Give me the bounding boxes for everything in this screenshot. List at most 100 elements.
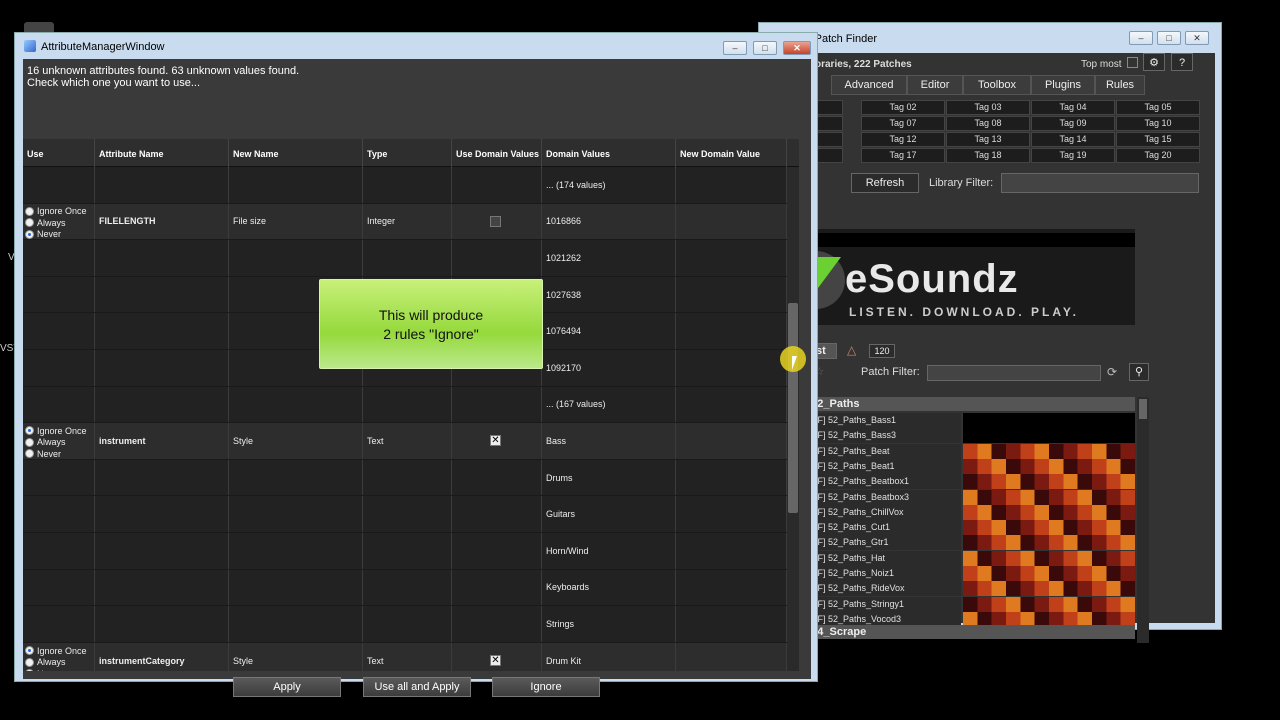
use-domain-checkbox[interactable]: ✕ <box>490 435 501 447</box>
new-domain-value-cell[interactable] <box>676 203 787 240</box>
new-domain-value-cell[interactable] <box>676 276 787 313</box>
table-row[interactable]: 1021262 <box>23 240 799 277</box>
new-domain-value-cell[interactable] <box>676 642 787 671</box>
list-scrollbar[interactable] <box>1137 397 1149 643</box>
tab-advanced[interactable]: Advanced <box>831 75 907 95</box>
table-row[interactable]: ... (167 values) <box>23 386 799 424</box>
new-name-cell[interactable]: Style <box>229 642 363 671</box>
col-new-domain-value[interactable]: New Domain Value <box>676 139 787 167</box>
tag-button[interactable]: Tag 09 <box>1031 116 1115 131</box>
radio-button[interactable] <box>25 657 34 667</box>
new-domain-value-cell[interactable] <box>676 496 787 532</box>
radio-button[interactable] <box>25 646 34 656</box>
tag-button[interactable]: Tag 12 <box>861 132 945 147</box>
radio-button[interactable] <box>25 218 34 228</box>
minimize-button[interactable]: – <box>723 41 747 55</box>
new-domain-value-cell[interactable] <box>676 167 787 203</box>
col-attribute-name[interactable]: Attribute Name <box>95 139 229 167</box>
table-row[interactable]: Strings <box>23 606 799 643</box>
col-use[interactable]: Use <box>23 139 95 167</box>
new-domain-value-cell[interactable] <box>676 240 787 276</box>
radio-button[interactable] <box>25 206 34 216</box>
patch-filter-input[interactable] <box>927 365 1101 381</box>
minimize-button[interactable]: – <box>1129 31 1153 45</box>
refresh-button[interactable]: Refresh <box>851 173 919 193</box>
maximize-button[interactable]: □ <box>753 41 777 55</box>
tag-button[interactable]: Tag 08 <box>946 116 1030 131</box>
use-radio-option[interactable]: Never <box>25 668 87 671</box>
tag-button[interactable]: Tag 17 <box>861 148 945 163</box>
table-row[interactable]: Ignore Once Always Never FILELENGTH File siz… <box>23 203 799 241</box>
table-row[interactable]: Ignore Once Always Never instrument Style Tex… <box>23 423 799 460</box>
table-row[interactable]: Guitars <box>23 496 799 533</box>
new-domain-value-cell[interactable] <box>676 569 787 606</box>
table-row[interactable]: Horn/Wind <box>23 533 799 570</box>
group-header[interactable]: Loops | 52_Paths <box>765 397 1135 411</box>
use-radio-option[interactable]: Never <box>25 448 87 460</box>
table-row[interactable]: Ignore OnceAlwaysNever instrumentCategory… <box>23 642 799 671</box>
use-radio-option[interactable]: Never <box>25 229 87 241</box>
radio-button[interactable] <box>25 669 34 671</box>
search-button[interactable]: ⚲ <box>1129 363 1149 381</box>
new-name-cell[interactable]: File size <box>229 203 363 240</box>
table-row[interactable]: ... (174 values) <box>23 167 799 204</box>
scroll-thumb[interactable] <box>1139 399 1147 419</box>
tag-button[interactable]: Tag 03 <box>946 100 1030 115</box>
use-radio-option[interactable]: Ignore Once <box>25 645 87 657</box>
tag-button[interactable]: Tag 20 <box>1116 148 1200 163</box>
new-domain-value-cell[interactable] <box>676 533 787 569</box>
radio-button[interactable] <box>25 437 34 447</box>
col-domain-values[interactable]: Domain Values <box>542 139 676 167</box>
top-most-checkbox[interactable] <box>1127 57 1138 68</box>
tag-button[interactable]: Tag 02 <box>861 100 945 115</box>
col-new-name[interactable]: New Name <box>229 139 363 167</box>
tab-plugins[interactable]: Plugins <box>1031 75 1095 95</box>
group-header[interactable]: Loops | 74_Scrape <box>765 625 1135 639</box>
tab-rules[interactable]: Rules <box>1095 75 1145 95</box>
col-type[interactable]: Type <box>363 139 452 167</box>
maximize-button[interactable]: □ <box>1157 31 1181 45</box>
use-all-and-apply-button[interactable]: Use all and Apply <box>363 677 471 697</box>
new-domain-value-cell[interactable] <box>676 386 787 423</box>
tag-button[interactable]: Tag 05 <box>1116 100 1200 115</box>
ignore-button[interactable]: Ignore <box>492 677 600 697</box>
new-name-cell[interactable]: Style <box>229 423 363 459</box>
scroll-thumb[interactable] <box>788 303 798 513</box>
new-domain-value-cell[interactable] <box>676 459 787 496</box>
table-row[interactable]: Drums <box>23 459 799 497</box>
tag-button[interactable]: Tag 04 <box>1031 100 1115 115</box>
radio-button[interactable] <box>25 426 34 436</box>
radio-button[interactable] <box>25 449 34 459</box>
use-radio-option[interactable]: Ignore Once <box>25 206 87 218</box>
use-domain-checkbox[interactable] <box>490 215 501 227</box>
close-button[interactable]: ✕ <box>1185 31 1209 45</box>
tag-button[interactable]: Tag 19 <box>1031 148 1115 163</box>
settings-button[interactable]: ⚙ <box>1143 53 1165 71</box>
radio-button[interactable] <box>25 229 34 239</box>
use-radio-option[interactable]: Always <box>25 437 87 449</box>
tag-button[interactable]: Tag 10 <box>1116 116 1200 131</box>
col-use-domain-values[interactable]: Use Domain Values <box>452 139 542 167</box>
help-button[interactable]: ? <box>1171 53 1193 71</box>
new-domain-value-cell[interactable] <box>676 313 787 349</box>
tag-button[interactable]: Tag 07 <box>861 116 945 131</box>
new-domain-value-cell[interactable] <box>676 606 787 642</box>
library-filter-input[interactable] <box>1001 173 1199 193</box>
metronome-icon[interactable]: △ <box>847 343 856 357</box>
tag-button[interactable]: Tag 15 <box>1116 132 1200 147</box>
use-domain-checkbox[interactable]: ✕ <box>490 655 501 667</box>
tag-button[interactable]: Tag 13 <box>946 132 1030 147</box>
sync-icon[interactable]: ⟳ <box>1107 365 1117 379</box>
new-domain-value-cell[interactable] <box>676 350 787 386</box>
esoundz-banner[interactable]: dz.com eSoundz LISTEN. DOWNLOAD. PLAY. <box>765 229 1135 325</box>
apply-button[interactable]: Apply <box>233 677 341 697</box>
close-button[interactable]: ✕ <box>783 41 811 55</box>
tab-editor[interactable]: Editor <box>907 75 963 95</box>
use-radio-option[interactable]: Always <box>25 217 87 229</box>
use-radio-option[interactable]: Ignore Once <box>25 425 87 437</box>
tab-toolbox[interactable]: Toolbox <box>963 75 1031 95</box>
grid-scrollbar[interactable] <box>787 167 799 671</box>
table-row[interactable]: Keyboards <box>23 569 799 607</box>
new-domain-value-cell[interactable] <box>676 423 787 459</box>
tag-button[interactable]: Tag 18 <box>946 148 1030 163</box>
